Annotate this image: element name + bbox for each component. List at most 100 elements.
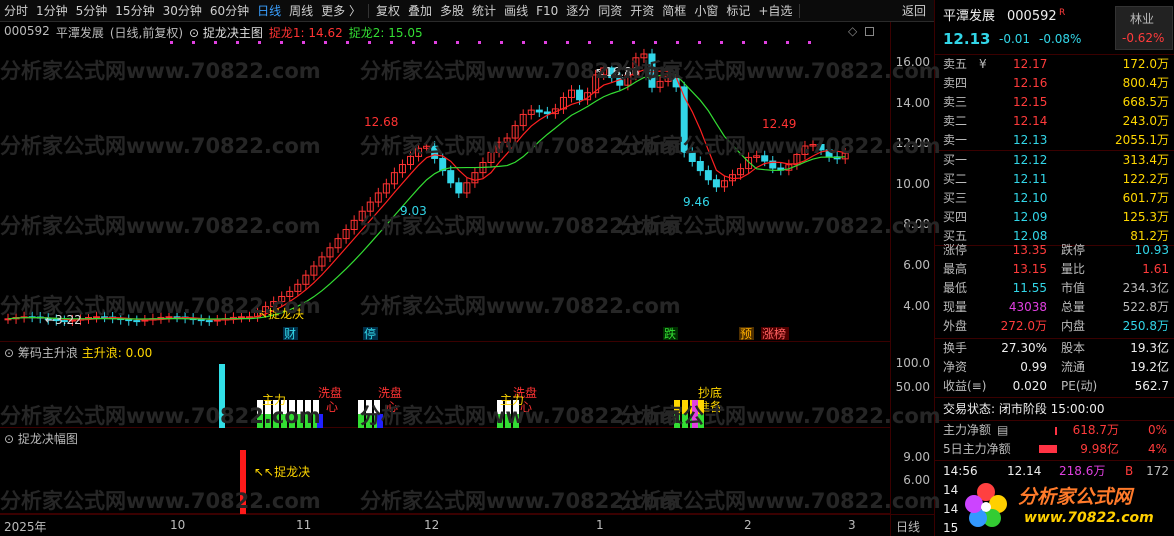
toolbar-item-2[interactable]: 5分钟 [72,0,112,22]
bid-price: 12.11 [1013,172,1048,186]
event-tag: 涨榜 [762,326,786,341]
signal-chart: ↖↖捉龙决 [240,450,310,514]
event-tag: 财 [284,327,296,341]
sub1-axis-label: 50.00 [895,380,930,394]
toolbar-item-20[interactable]: 标记 [722,0,754,22]
candle-body[interactable] [93,316,101,319]
chip-tag: 洗盘 [378,385,402,400]
date-label: 11 [296,518,312,532]
chip-bar-green [674,414,680,428]
ask-volume: 800.4万 [1122,76,1169,90]
stat-value: 250.8万 [1122,319,1169,333]
toolbar-separator [368,3,369,18]
sub1-label: 主升浪: [81,346,122,360]
toolbar-item-6[interactable]: 日线 [253,0,285,22]
candle-body[interactable] [576,89,584,101]
toolbar-item-18[interactable]: 简框 [658,0,690,22]
signal-panel[interactable]: ⊙ 捉龙决幅图 ↖↖捉龙决 [0,428,890,514]
toolbar-item-17[interactable]: 开资 [626,0,658,22]
price-axis: 16.00 14.00 12.00 10.00 8.00 6.00 4.00 [890,22,934,342]
toolbar-item-3[interactable]: 15分钟 [111,0,158,22]
toolbar-item-11[interactable]: 多股 [436,0,468,22]
top-signal-dot [258,41,261,44]
chip-wave-panel[interactable]: ⊙ 筹码主升浪 主升浪: 0.00 洗盘 洗盘 洗盘 抄底 准备 主力 主力心心心 [0,342,890,428]
bid-row: 买三 12.10 601.7万 [935,189,1174,208]
stat-value: 234.3亿 [1122,281,1169,295]
chip-bar-green [265,414,271,428]
period-toolbar: 分时 1分钟 5分钟 15分钟 30分钟 60分钟 日线 周线 更多 〉复权 叠加 多股 统计 画线 F1… [0,0,934,22]
candle-body[interactable] [543,111,551,115]
toolbar-item-8[interactable]: 更多 〉 [317,0,365,22]
chip-bar-green [297,414,303,428]
bid-row: 买二 12.11 122.2万 [935,170,1174,189]
price-change: -0.01 [999,32,1031,46]
stock-badge: R [1059,8,1066,18]
ask-row: 卖二 12.14 243.0万 [935,112,1174,131]
finance-row: 收益(≡) 0.020 PE(动) 562.7 [935,377,1174,396]
five-day-net-row: 5日主力净额 9.98亿 4% [935,440,1174,459]
annotation-peak-left: 12.68 [364,115,398,129]
stat-label: 跌停 [1061,243,1086,257]
candle-body[interactable] [704,170,712,181]
chip-tag: 心 [520,400,532,414]
top-signal-dot [500,41,503,44]
toolbar-item-15[interactable]: 逐分 [562,0,594,22]
toolbar-item-5[interactable]: 60分钟 [206,0,253,22]
chip-bar [219,364,225,428]
stat-value: 13.15 [1012,262,1047,276]
candle-body[interactable] [125,319,133,322]
candle-body[interactable] [197,319,205,322]
toolbar-item-22[interactable]: 返回 [898,0,934,22]
toolbar-item-14[interactable]: F10 [532,0,562,22]
toolbar-item-13[interactable]: 画线 [500,0,532,22]
toolbar-item-10[interactable]: 叠加 [404,0,436,22]
toolbar-item-9[interactable]: 复权 [372,0,404,22]
toolbar-item-21[interactable]: +自选 [754,0,796,22]
candle-body[interactable] [712,179,720,188]
top-signal-dot [324,41,327,44]
price-change-pct: -0.08% [1039,32,1082,46]
main-net-label: 主力净额 [943,423,992,437]
sub1-title-row: ⊙ 筹码主升浪 主升浪: 0.00 [4,346,153,360]
ask-volume: 668.5万 [1122,95,1169,109]
toolbar-item-12[interactable]: 统计 [468,0,500,22]
toolbar-item-4[interactable]: 30分钟 [159,0,206,22]
candle-body[interactable] [648,53,656,88]
candle-body[interactable] [133,320,141,323]
candle-body[interactable] [205,320,213,323]
toolbar-item-0[interactable]: 分时 [0,0,32,22]
candle-body[interactable] [761,155,769,162]
annotation-peak-right: 12.49 [762,117,796,131]
finance-row: 净资 0.99 流通 19.2亿 [935,358,1174,377]
candle-body[interactable] [237,316,245,319]
candle-body[interactable] [696,160,704,172]
chip-bar-green [257,414,263,428]
toolbar-item-1[interactable]: 1分钟 [32,0,72,22]
chip-bar-blue [377,414,383,428]
candle-body[interactable] [455,182,463,194]
candle-body[interactable] [165,316,173,319]
candle-body[interactable] [447,170,455,184]
stat-value: 1.61 [1142,262,1169,276]
stat-row: 现量 43038 总量 522.8万 [935,298,1174,317]
toolbar-item-16[interactable]: 同资 [594,0,626,22]
bid-label: 买四 [943,210,968,224]
candle-body[interactable] [817,143,825,151]
candle-body[interactable] [535,109,543,113]
fin-label: 股本 [1061,341,1086,355]
bid-price: 12.10 [1013,191,1048,205]
annotation-signal: ↖捉龙决 [258,306,304,321]
toolbar-item-7[interactable]: 周线 [285,0,317,22]
date-axis: 2025年 10 11 12 1 2 3 日线 [0,514,934,536]
stat-label: 市值 [1061,281,1086,295]
chip-bar-top [674,400,680,414]
toolbar-item-19[interactable]: 小窗 [690,0,722,22]
top-signal-dot [390,41,393,44]
ask-row: 卖一 12.13 2055.1万 [935,131,1174,150]
top-signal-dot [632,41,635,44]
candle-body[interactable] [688,151,696,162]
bid-label: 买二 [943,172,968,186]
candle-body[interactable] [431,145,439,159]
main-kline-panel[interactable]: ↖16.86 12.68 9.03 9.46 12.49 ←3.22 ↖捉龙决财 停 跌 预涨榜 [0,22,890,342]
fin-value: 19.2亿 [1130,360,1169,374]
